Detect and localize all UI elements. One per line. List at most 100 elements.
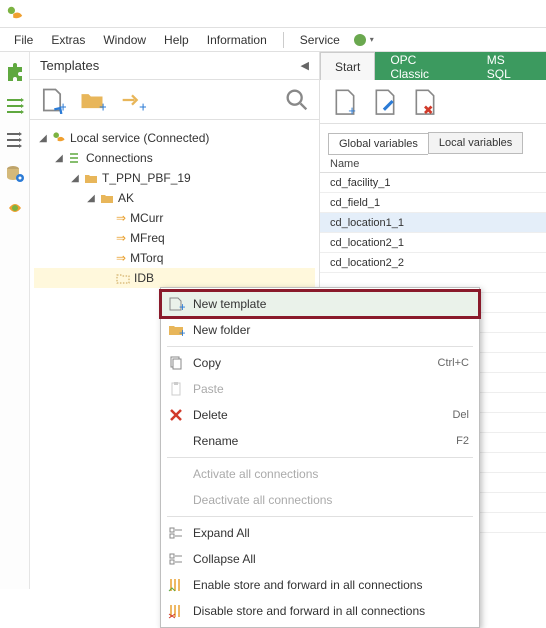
- doc-add-button[interactable]: +: [332, 87, 358, 117]
- doc-edit-button[interactable]: [372, 87, 398, 117]
- tree-item-label: MTorq: [130, 251, 163, 265]
- enable-store-icon: [167, 576, 185, 594]
- ctx-label: Enable store and forward in all connecti…: [193, 578, 469, 592]
- arrow-icon: ⇒: [116, 231, 126, 245]
- doc-delete-button[interactable]: [412, 87, 438, 117]
- connections-icon: [68, 151, 82, 165]
- new-folder-icon: +: [167, 321, 185, 339]
- rail-globe-icon[interactable]: [5, 198, 25, 218]
- tree-root[interactable]: ◢ Local service (Connected): [34, 128, 315, 148]
- dropdown-arrow-icon[interactable]: ▾: [370, 35, 374, 44]
- tree-item-mtorq[interactable]: ⇒ MTorq: [34, 248, 315, 268]
- ctx-activate: Activate all connections: [161, 461, 479, 487]
- menu-information[interactable]: Information: [199, 31, 275, 49]
- svg-text:+: +: [139, 98, 146, 113]
- tree-project-label: T_PPN_PBF_19: [102, 171, 191, 185]
- left-rail: [0, 52, 30, 589]
- ctx-disable-store[interactable]: Disable store and forward in all connect…: [161, 598, 479, 624]
- folder-icon: [84, 172, 98, 184]
- column-header-name[interactable]: Name: [320, 154, 546, 172]
- ctx-new-template[interactable]: + New template: [161, 291, 479, 317]
- tab-opc[interactable]: OPC Classic: [375, 52, 471, 80]
- tree-root-label: Local service (Connected): [70, 131, 209, 145]
- var-subtabs: Global variables Local variables: [320, 124, 546, 154]
- search-button[interactable]: [283, 86, 311, 114]
- menu-separator: [283, 32, 284, 48]
- tree-item-mcurr[interactable]: ⇒ MCurr: [34, 208, 315, 228]
- var-row[interactable]: cd_location1_1: [320, 213, 546, 233]
- arrow-icon: ⇒: [116, 211, 126, 225]
- disable-store-icon: [167, 602, 185, 620]
- menu-extras[interactable]: Extras: [43, 31, 93, 49]
- rail-puzzle-icon[interactable]: [5, 62, 25, 82]
- rail-lines-icon[interactable]: [5, 96, 25, 116]
- menu-help[interactable]: Help: [156, 31, 197, 49]
- expand-all-icon: [167, 524, 185, 542]
- tab-mssql[interactable]: MS SQL: [472, 52, 546, 80]
- menu-file[interactable]: File: [6, 31, 41, 49]
- new-folder-button[interactable]: +: [78, 86, 106, 114]
- ctx-label: Delete: [193, 408, 444, 422]
- ctx-shortcut: F2: [456, 435, 469, 447]
- tree-item-label: MFreq: [130, 231, 165, 245]
- collapse-panel-icon[interactable]: ◀: [301, 59, 309, 72]
- svg-text:+: +: [179, 326, 185, 339]
- tree-connections[interactable]: ◢ Connections: [34, 148, 315, 168]
- ctx-label: Copy: [193, 356, 430, 370]
- menu-window[interactable]: Window: [95, 31, 154, 49]
- app-logo-icon: [6, 5, 24, 23]
- export-button[interactable]: +: [118, 86, 146, 114]
- context-menu: + New template + New folder Copy Ctrl+C …: [160, 287, 480, 628]
- ctx-shortcut: Del: [452, 409, 469, 421]
- new-file-button[interactable]: +: [38, 86, 66, 114]
- tree-folder-ak[interactable]: ◢ AK: [34, 188, 315, 208]
- subtab-global[interactable]: Global variables: [328, 133, 428, 155]
- svg-text:+: +: [59, 98, 66, 113]
- folder-dashed-icon: [116, 272, 130, 284]
- var-row[interactable]: cd_location2_1: [320, 233, 546, 253]
- ctx-copy[interactable]: Copy Ctrl+C: [161, 350, 479, 376]
- ctx-label: New folder: [193, 323, 469, 337]
- ctx-enable-store[interactable]: Enable store and forward in all connecti…: [161, 572, 479, 598]
- ctx-label: Collapse All: [193, 552, 469, 566]
- rail-lines2-icon[interactable]: [5, 130, 25, 150]
- folder-icon: [100, 192, 114, 204]
- tab-start[interactable]: Start: [320, 52, 375, 80]
- expand-icon[interactable]: ◢: [38, 133, 48, 144]
- copy-icon: [167, 354, 185, 372]
- ctx-new-folder[interactable]: + New folder: [161, 317, 479, 343]
- tree-item-idb[interactable]: IDB: [34, 268, 315, 288]
- rename-icon: [167, 432, 185, 450]
- expand-icon[interactable]: ◢: [54, 153, 64, 164]
- ctx-rename[interactable]: Rename F2: [161, 428, 479, 454]
- rail-db-gear-icon[interactable]: [5, 164, 25, 184]
- ctx-separator: [167, 346, 473, 347]
- subtab-local[interactable]: Local variables: [428, 132, 523, 154]
- var-row[interactable]: cd_facility_1: [320, 173, 546, 193]
- delete-icon: [167, 406, 185, 424]
- tree-item-label: IDB: [134, 271, 154, 285]
- var-row[interactable]: cd_field_1: [320, 193, 546, 213]
- menu-service[interactable]: Service: [292, 31, 348, 49]
- doc-toolbar: +: [320, 80, 546, 124]
- menu-bar: File Extras Window Help Information Serv…: [0, 28, 546, 52]
- tree-project[interactable]: ◢ T_PPN_PBF_19: [34, 168, 315, 188]
- expand-icon[interactable]: ◢: [86, 193, 96, 204]
- templates-title: Templates: [40, 58, 99, 73]
- status-indicator-icon[interactable]: [354, 34, 366, 46]
- deactivate-icon: [167, 491, 185, 509]
- ctx-label: Expand All: [193, 526, 469, 540]
- var-row[interactable]: cd_location2_2: [320, 253, 546, 273]
- ctx-expand-all[interactable]: Expand All: [161, 520, 479, 546]
- ctx-delete[interactable]: Delete Del: [161, 402, 479, 428]
- svg-text:+: +: [179, 300, 185, 313]
- ctx-collapse-all[interactable]: Collapse All: [161, 546, 479, 572]
- tree-item-mfreq[interactable]: ⇒ MFreq: [34, 228, 315, 248]
- expand-icon[interactable]: ◢: [70, 173, 80, 184]
- ctx-separator: [167, 516, 473, 517]
- ctx-label: Deactivate all connections: [193, 493, 469, 507]
- tree-connections-label: Connections: [86, 151, 153, 165]
- tree-item-label: MCurr: [130, 211, 163, 225]
- service-icon: [52, 131, 66, 145]
- arrow-icon: ⇒: [116, 251, 126, 265]
